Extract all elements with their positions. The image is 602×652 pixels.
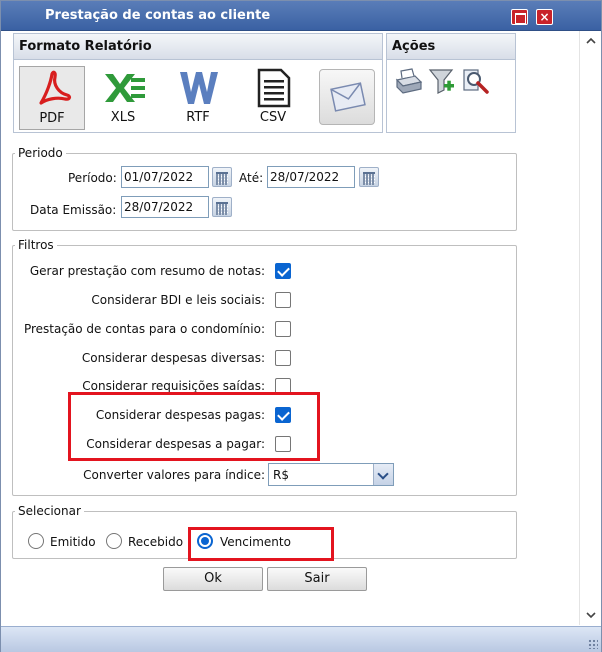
maximize-button[interactable] (511, 9, 528, 25)
csv-format-button[interactable]: CSV (240, 66, 306, 130)
filter-requisitions-checkbox[interactable] (275, 378, 291, 394)
radio-emitido-label: Emitido (50, 535, 96, 549)
period-group: Periodo (12, 146, 517, 231)
resize-grip-icon[interactable] (588, 639, 598, 649)
chevron-down-icon[interactable] (373, 464, 393, 485)
radio-recebido-label: Recebido (128, 535, 184, 549)
actions-panel: Ações (386, 33, 516, 133)
filter-add-icon[interactable] (427, 66, 457, 96)
pdf-label: PDF (39, 111, 65, 126)
period-end-input[interactable]: 28/07/2022 (267, 166, 355, 188)
filter-label: Considerar requisições saídas: (82, 379, 265, 393)
period-end-label: Até: (239, 171, 264, 185)
filter-label: Considerar despesas pagas: (95, 408, 265, 422)
filter-label: Prestação de contas para o condomínio: (23, 322, 265, 336)
calendar-icon[interactable] (359, 167, 379, 187)
select-group: Selecionar (12, 504, 517, 559)
rtf-label: RTF (186, 110, 210, 125)
vertical-scrollbar[interactable] (579, 31, 601, 625)
csv-icon (253, 68, 293, 108)
title-bar[interactable]: Prestação de contas ao cliente × (1, 1, 601, 31)
emission-date-label: Data Emissão: (30, 203, 117, 217)
period-legend: Periodo (18, 146, 63, 160)
index-select-value: R$ (273, 468, 289, 482)
format-panel: Formato Relatório PDF XLS RTF CSV (13, 33, 383, 133)
email-button[interactable] (319, 69, 375, 125)
filter-label: Considerar despesas diversas: (81, 351, 265, 365)
radio-vencimento-label: Vencimento (220, 535, 291, 549)
filter-misc-expenses-checkbox[interactable] (275, 350, 291, 366)
filter-label: Considerar BDI e leis sociais: (91, 293, 265, 307)
xls-format-button[interactable]: XLS (90, 66, 156, 130)
pdf-format-button[interactable]: PDF (19, 66, 85, 130)
format-panel-header: Formato Relatório (14, 34, 382, 60)
chevron-down-icon[interactable] (585, 609, 597, 621)
filter-label: Gerar prestação com resumo de notas: (29, 264, 265, 278)
calendar-icon[interactable] (212, 167, 232, 187)
filter-summary-checkbox[interactable] (275, 263, 291, 279)
rtf-format-button[interactable]: RTF (165, 66, 231, 130)
period-start-input[interactable]: 01/07/2022 (121, 166, 209, 188)
report-window: Prestação de contas ao cliente × Formato… (0, 0, 602, 652)
close-button[interactable]: × (536, 9, 553, 25)
xls-label: XLS (110, 110, 136, 125)
csv-label: CSV (259, 110, 287, 125)
search-document-icon[interactable] (461, 66, 491, 96)
xls-icon (103, 68, 145, 108)
filters-legend: Filtros (18, 238, 54, 252)
status-bar (1, 626, 601, 652)
window-title: Prestação de contas ao cliente (45, 8, 271, 23)
period-start-label: Período: (68, 171, 117, 185)
radio-emitido[interactable] (28, 533, 44, 549)
filter-label: Considerar despesas a pagar: (86, 437, 265, 451)
index-label: Converter valores para índice: (83, 468, 265, 482)
ok-button[interactable]: Ok (163, 567, 263, 591)
filter-bdi-checkbox[interactable] (275, 292, 291, 308)
filter-condominium-checkbox[interactable] (275, 321, 291, 337)
index-select[interactable]: R$ (268, 463, 394, 486)
exit-button[interactable]: Sair (267, 567, 367, 591)
radio-vencimento[interactable] (197, 533, 213, 549)
printer-icon[interactable] (393, 66, 423, 96)
filter-payable-expenses-checkbox[interactable] (275, 436, 291, 452)
select-legend: Selecionar (18, 504, 81, 518)
calendar-icon[interactable] (212, 197, 232, 217)
pdf-icon (33, 69, 73, 109)
chevron-up-icon[interactable] (585, 35, 597, 47)
radio-recebido[interactable] (106, 533, 122, 549)
dialog-content: Formato Relatório PDF XLS RTF CSV Ações … (6, 31, 579, 625)
filter-paid-expenses-checkbox[interactable] (275, 407, 291, 423)
rtf-icon (178, 68, 218, 108)
emission-date-input[interactable]: 28/07/2022 (121, 196, 209, 218)
envelope-icon (330, 82, 366, 112)
actions-panel-header: Ações (387, 34, 515, 60)
